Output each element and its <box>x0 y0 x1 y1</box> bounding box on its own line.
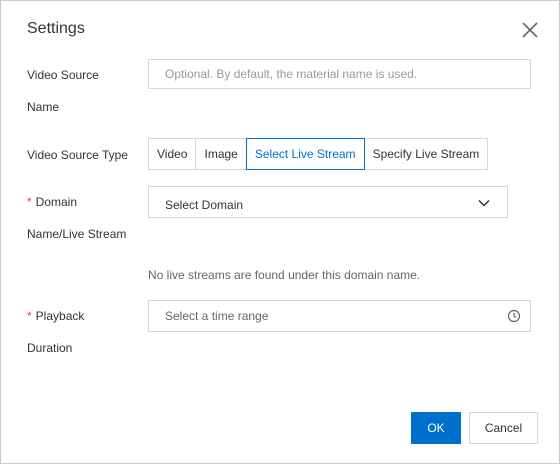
option-video-button[interactable]: Video <box>148 138 197 170</box>
domain-label: * Domain <box>27 195 78 209</box>
video-source-name-input[interactable] <box>148 59 531 89</box>
video-source-name-label: Video Source <box>27 68 99 82</box>
domain-select-value: Select Domain <box>165 198 244 212</box>
chevron-down-icon <box>478 199 490 207</box>
option-select-live-stream-button[interactable]: Select Live Stream <box>245 138 365 170</box>
ok-button[interactable]: OK <box>411 412 461 444</box>
settings-dialog: Settings Video Source Name Video Source … <box>0 0 560 464</box>
playback-label-line2: Duration <box>27 341 73 355</box>
video-source-name-label-line2: Name <box>27 100 60 114</box>
video-source-type-segmented: Video Image Select Live Stream Specify L… <box>148 138 489 170</box>
dialog-title: Settings <box>27 20 85 37</box>
close-icon <box>522 22 538 38</box>
video-source-type-label: Video Source Type <box>27 148 128 162</box>
close-button[interactable] <box>521 21 539 39</box>
time-range-picker[interactable]: Select a time range <box>148 300 531 332</box>
time-range-placeholder: Select a time range <box>165 309 269 323</box>
option-image-button[interactable]: Image <box>195 138 247 170</box>
required-mark: * <box>27 309 32 323</box>
no-streams-hint: No live streams are found under this dom… <box>148 268 421 282</box>
domain-label-line2: Name/Live Stream <box>27 227 127 241</box>
cancel-button[interactable]: Cancel <box>469 412 538 444</box>
clock-icon <box>507 309 521 323</box>
required-mark: * <box>27 195 32 209</box>
option-specify-live-stream-button[interactable]: Specify Live Stream <box>363 138 489 170</box>
playback-label: * Playback <box>27 309 85 323</box>
domain-select[interactable]: Select Domain <box>148 186 508 218</box>
